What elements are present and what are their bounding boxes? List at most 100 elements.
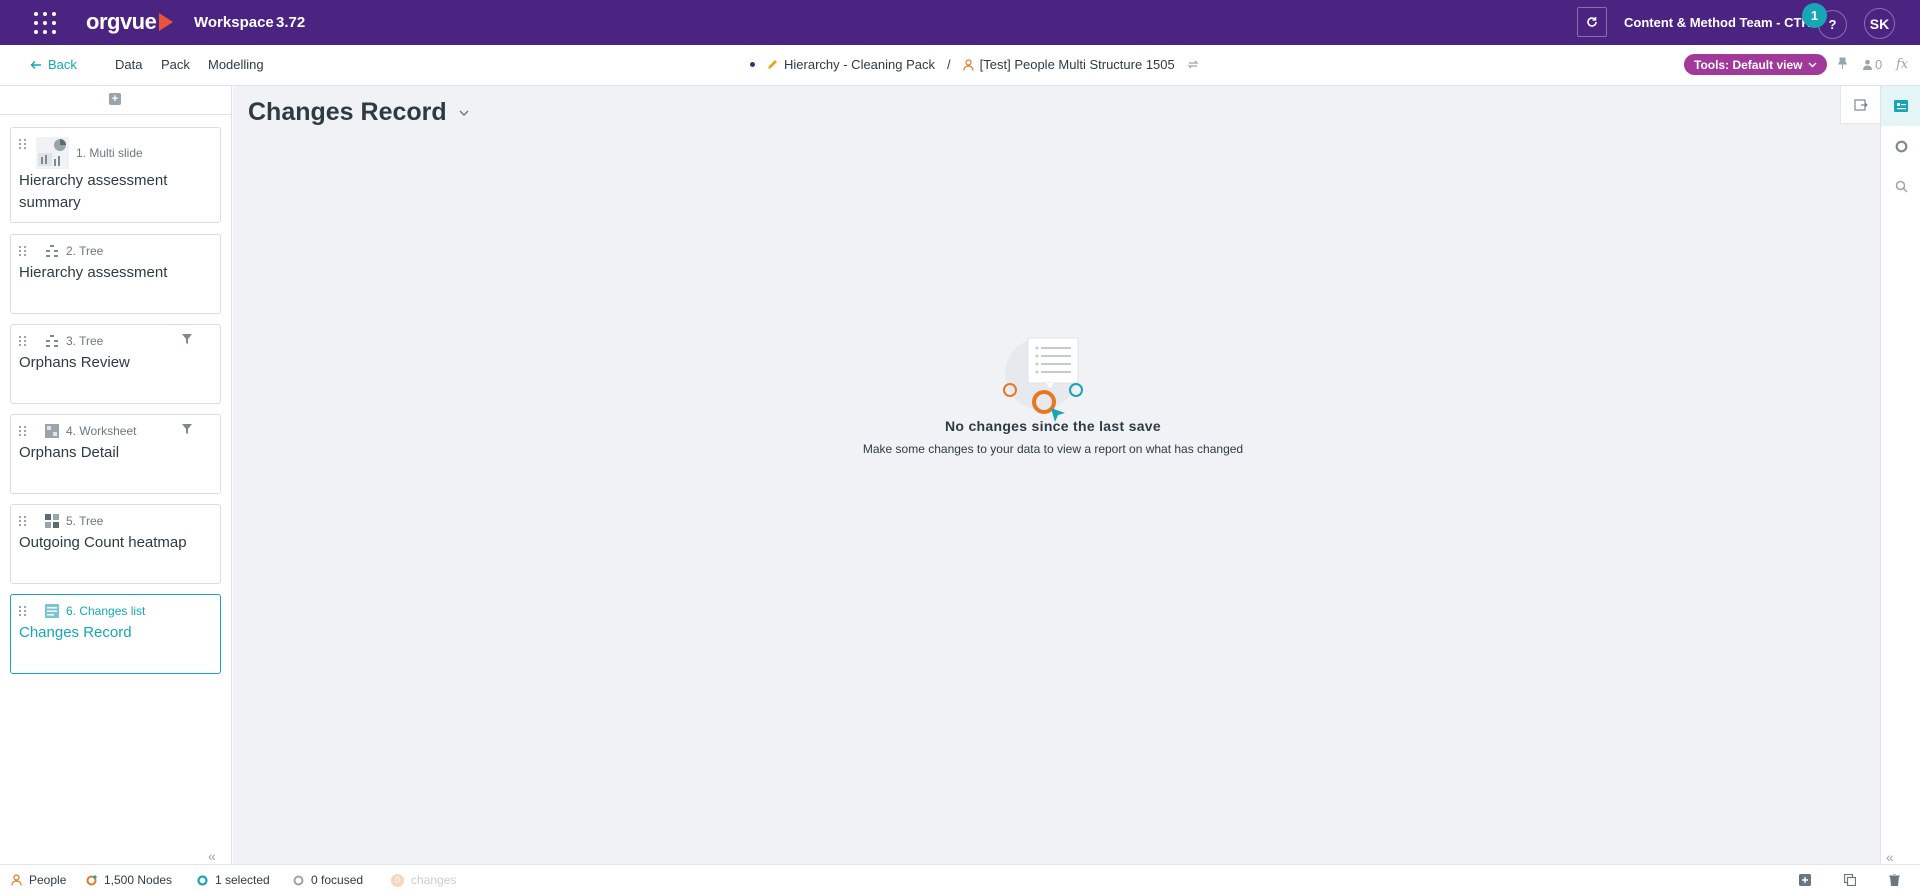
pencil-icon — [768, 60, 777, 69]
slide-title: Orphans Detail — [19, 444, 120, 461]
worksheet-icon — [45, 424, 59, 438]
workspace-label: Workspace — [194, 14, 274, 31]
status-nodes-label: 1,500 Nodes — [104, 873, 173, 887]
status-focused-label: 0 focused — [311, 873, 364, 887]
slide-type: 5. Tree — [45, 514, 103, 528]
breadcrumb-dataset-label: [Test] People Multi Structure 1505 — [979, 57, 1175, 72]
slide-type: 3. Tree — [45, 334, 103, 348]
drag-handle-icon[interactable] — [19, 139, 26, 149]
top-bar: orgvue Workspace 3.72 Content & Method T… — [0, 0, 1920, 45]
switch-icon[interactable] — [1187, 59, 1199, 70]
slide-title: Orphans Review — [19, 354, 130, 371]
selection-panel-button[interactable] — [1881, 126, 1920, 166]
slide-type: 6. Changes list — [45, 604, 145, 618]
slide-title: Outgoing Count heatmap — [19, 534, 187, 551]
sync-button[interactable] — [1577, 7, 1607, 37]
tools-view-dropdown[interactable]: Tools: Default view — [1684, 54, 1828, 75]
sidebar-divider — [0, 114, 232, 115]
drag-handle-icon[interactable] — [19, 336, 26, 346]
add-icon — [1799, 874, 1811, 886]
formula-button[interactable]: fx — [1896, 57, 1908, 72]
active-users-indicator[interactable]: 0 — [1862, 57, 1882, 72]
selected-icon — [197, 874, 208, 886]
slide-title: Hierarchy assessment summary — [19, 172, 168, 211]
add-slide-button[interactable]: + — [109, 93, 121, 105]
status-dataset[interactable]: People — [11, 873, 66, 887]
slide-type-label: 2. Tree — [66, 244, 104, 258]
trash-icon — [1888, 874, 1900, 886]
user-avatar[interactable]: SK — [1864, 8, 1895, 39]
page-title[interactable]: Changes Record — [248, 98, 469, 127]
focused-icon — [293, 875, 304, 885]
notification-badge[interactable]: 1 — [1802, 3, 1827, 28]
collapse-right-rail-icon[interactable]: « — [1886, 849, 1894, 865]
slide-card-4[interactable]: 4. Worksheet Orphans Detail — [10, 414, 221, 494]
logo-arrow-icon — [159, 13, 174, 31]
multi-slide-icon — [36, 137, 69, 169]
nav-item-pack[interactable]: Pack — [161, 57, 190, 72]
card-icon — [1894, 100, 1908, 112]
logo-text: orgvue — [86, 9, 157, 34]
breadcrumb-separator: / — [947, 57, 951, 72]
filter-icon[interactable] — [182, 334, 192, 344]
slide-card-2[interactable]: 2. Tree Hierarchy assessment — [10, 234, 221, 314]
slide-type-label: 5. Tree — [66, 514, 104, 528]
active-users-count: 0 — [1875, 57, 1883, 72]
nav-item-data[interactable]: Data — [115, 57, 142, 72]
team-name[interactable]: Content & Method Team - CTR — [1624, 15, 1811, 30]
changes-list-icon — [45, 604, 59, 618]
back-button[interactable]: Back — [30, 57, 77, 72]
circle-icon — [1895, 140, 1907, 152]
slide-type-label: 4. Worksheet — [66, 424, 137, 438]
right-rail — [1880, 86, 1920, 864]
tree-icon — [46, 335, 58, 347]
changes-count-badge: 0 — [391, 873, 404, 887]
status-selected[interactable]: 1 selected — [197, 873, 270, 887]
status-changes-label: changes — [411, 873, 457, 887]
properties-panel-button[interactable] — [1881, 86, 1920, 126]
breadcrumb-pack[interactable]: Hierarchy - Cleaning Pack — [767, 57, 935, 72]
search-icon — [1895, 180, 1908, 193]
orgvue-logo[interactable]: orgvue — [86, 9, 174, 34]
pin-icon[interactable] — [1838, 57, 1847, 69]
duplicate-button[interactable] — [1843, 873, 1857, 887]
slide-type: 2. Tree — [45, 244, 103, 258]
person-icon — [11, 874, 22, 886]
drag-handle-icon[interactable] — [19, 246, 26, 256]
breadcrumb-dataset[interactable]: [Test] People Multi Structure 1505 — [963, 57, 1199, 72]
export-icon — [1853, 98, 1868, 111]
drag-handle-icon[interactable] — [19, 606, 26, 616]
filter-icon[interactable] — [182, 424, 192, 434]
chevron-down-icon — [459, 110, 469, 116]
copy-icon — [1844, 874, 1856, 886]
status-changes[interactable]: 0 changes — [391, 873, 456, 887]
breadcrumb: Hierarchy - Cleaning Pack / [Test] Peopl… — [750, 57, 1199, 72]
status-focused[interactable]: 0 focused — [293, 873, 363, 887]
empty-state-description: Make some changes to your data to view a… — [862, 442, 1244, 456]
slide-card-1[interactable]: 1. Multi slide Hierarchy assessment summ… — [10, 127, 221, 223]
drag-handle-icon[interactable] — [19, 426, 26, 436]
search-panel-button[interactable] — [1881, 166, 1920, 206]
refresh-icon — [1587, 17, 1597, 27]
drag-handle-icon[interactable] — [19, 516, 26, 526]
add-node-button[interactable] — [1798, 873, 1812, 887]
arrow-left-icon — [30, 60, 41, 69]
node-icon — [86, 874, 97, 885]
delete-button[interactable] — [1887, 873, 1901, 887]
slide-card-6[interactable]: 6. Changes list Changes Record — [10, 594, 221, 674]
export-button[interactable] — [1840, 86, 1880, 124]
app-switcher-icon[interactable] — [34, 12, 56, 34]
status-nodes[interactable]: 1,500 Nodes — [86, 873, 172, 887]
slide-type: 4. Worksheet — [45, 424, 136, 438]
slides-sidebar: + 1. Multi slide Hierarchy assessment su… — [0, 86, 232, 864]
slide-card-3[interactable]: 3. Tree Orphans Review — [10, 324, 221, 404]
status-selected-label: 1 selected — [215, 873, 270, 887]
user-icon — [1863, 59, 1872, 70]
unsaved-indicator-icon — [750, 62, 755, 67]
collapse-sidebar-icon[interactable]: « — [208, 848, 216, 864]
slide-title: Changes Record — [19, 624, 132, 641]
slide-type-label: 1. Multi slide — [76, 146, 143, 160]
slide-card-5[interactable]: 5. Tree Outgoing Count heatmap — [10, 504, 221, 584]
version-label: 3.72 — [276, 14, 306, 31]
nav-item-modelling[interactable]: Modelling — [208, 57, 264, 72]
